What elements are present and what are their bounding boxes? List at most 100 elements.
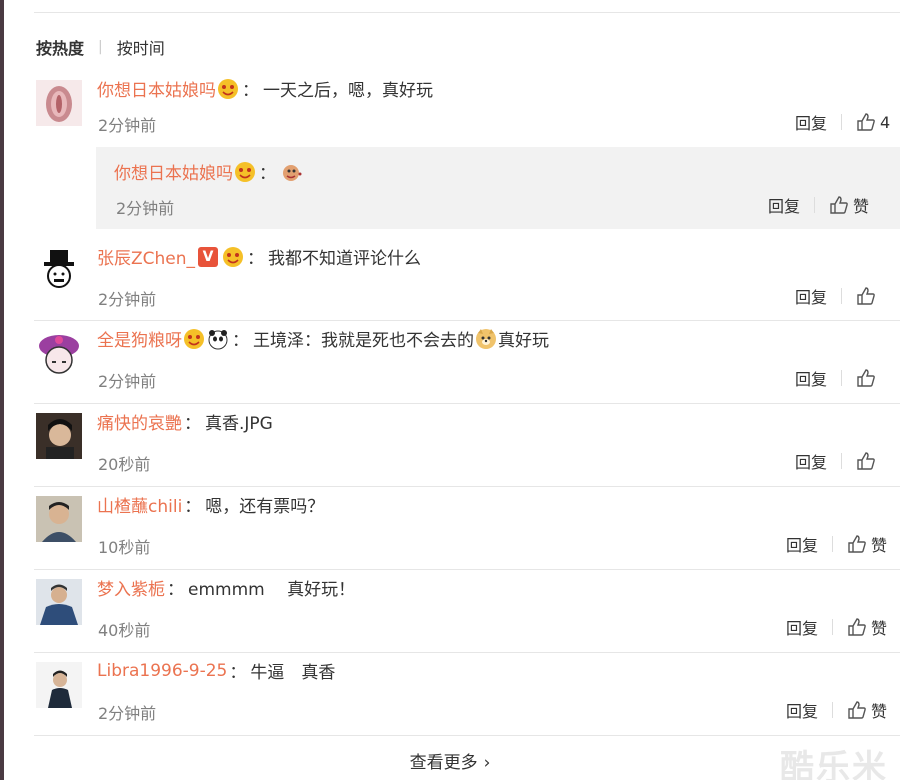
divider xyxy=(841,114,843,130)
verified-v-badge: V xyxy=(198,246,219,267)
colon: ： xyxy=(242,81,259,101)
sort-by-time-tab[interactable]: 按时间 xyxy=(117,35,165,59)
comment-line: 张辰ZChen_ V ： 我都不知道评论什么 xyxy=(97,244,421,269)
divider xyxy=(832,702,834,718)
avatar-image xyxy=(36,662,82,708)
view-more-label: 查看更多 xyxy=(409,753,478,773)
avatar[interactable] xyxy=(36,662,82,708)
comment-actions: 回复 xyxy=(795,366,880,390)
colon: ： xyxy=(184,497,202,517)
divider xyxy=(841,453,843,469)
panda-badge-icon xyxy=(208,329,228,349)
avatar[interactable] xyxy=(36,413,82,459)
like-button[interactable]: 赞 xyxy=(871,698,887,722)
comment-time: 2分钟前 xyxy=(98,372,157,391)
username-link[interactable]: 全是狗粮呀 xyxy=(97,326,182,351)
thumbs-up-icon[interactable] xyxy=(856,451,876,471)
colon: ： xyxy=(184,414,201,434)
thumbs-up-icon[interactable] xyxy=(856,112,876,132)
comment-time: 2分钟前 xyxy=(98,116,157,135)
colon: ： xyxy=(167,580,184,600)
colon: ： xyxy=(229,663,247,683)
comment-text: 真好玩 xyxy=(498,331,549,351)
comment-time: 2分钟前 xyxy=(98,290,157,309)
comment-actions: 回复 赞 xyxy=(786,532,887,556)
comment-text: 一天之后，嗯，真好玩 xyxy=(263,81,433,101)
sort-by-hot-tab[interactable]: 按热度 xyxy=(36,35,84,59)
username-link[interactable]: Libra1996-9-25 xyxy=(97,661,227,681)
thumbs-up-icon[interactable] xyxy=(847,617,867,637)
comment-text: emmmm 真好玩！ xyxy=(188,580,356,600)
comment-item: 张辰ZChen_ V ： 我都不知道评论什么 2分钟前 回复 xyxy=(34,240,900,321)
avatar-image xyxy=(36,413,82,459)
divider xyxy=(814,197,816,213)
fan-badge-icon xyxy=(218,78,238,99)
thumbs-up-icon[interactable] xyxy=(856,286,876,306)
reply-button[interactable]: 回复 xyxy=(795,449,827,473)
colon: ： xyxy=(247,249,265,269)
reply-button[interactable]: 回复 xyxy=(795,284,827,308)
comment-text: 真香.JPG xyxy=(205,414,273,434)
divider xyxy=(841,288,843,304)
divider xyxy=(832,536,834,552)
like-button[interactable]: 赞 xyxy=(871,615,887,639)
comment-item: Libra1996-9-25 ： 牛逼 真香 2分钟前 回复 赞 xyxy=(34,654,900,736)
thumbs-up-icon[interactable] xyxy=(829,195,849,215)
username-link[interactable]: 梦入紫栀 xyxy=(97,575,165,600)
thumbs-up-icon[interactable] xyxy=(847,534,867,554)
username-link[interactable]: 你想日本姑娘吗 xyxy=(97,76,216,101)
comment-line: 你想日本姑娘吗 ： xyxy=(114,159,304,184)
comment-line: Libra1996-9-25 ： 牛逼 真香 xyxy=(97,658,336,684)
comment-text: 嗯，还有票吗？ xyxy=(205,497,325,517)
comment-item: 山楂蘸chili ： 嗯，还有票吗？ 10秒前 回复 赞 xyxy=(34,488,900,570)
avatar-image xyxy=(36,330,82,376)
avatar[interactable] xyxy=(36,80,82,126)
fan-badge-icon xyxy=(184,328,204,349)
avatar[interactable] xyxy=(36,579,82,625)
avatar-image xyxy=(36,248,82,294)
like-button[interactable]: 赞 xyxy=(853,193,869,217)
username-link[interactable]: 山楂蘸chili xyxy=(97,492,182,517)
comment-time: 10秒前 xyxy=(98,538,151,557)
comment-item: 痛快的哀艷 ： 真香.JPG 20秒前 回复 xyxy=(34,405,900,487)
like-count[interactable]: 4 xyxy=(880,113,890,132)
reply-button[interactable]: 回复 xyxy=(786,698,818,722)
divider xyxy=(832,619,834,635)
comment-text: 牛逼 真香 xyxy=(250,663,336,683)
fan-badge-icon xyxy=(223,246,244,267)
avatar[interactable] xyxy=(36,330,82,376)
colon: ： xyxy=(259,164,276,184)
comment-line: 山楂蘸chili ： 嗯，还有票吗？ xyxy=(97,492,324,517)
comment-time: 2分钟前 xyxy=(116,199,175,218)
reply-button[interactable]: 回复 xyxy=(786,615,818,639)
comment-line: 梦入紫栀 ： emmmm 真好玩！ xyxy=(97,575,355,600)
avatar-image xyxy=(36,496,82,542)
like-button[interactable]: 赞 xyxy=(871,532,887,556)
comment-time: 2分钟前 xyxy=(98,704,157,723)
thumbs-up-icon[interactable] xyxy=(856,368,876,388)
watermark: 酷乐米 xyxy=(780,748,888,780)
comment-item: 梦入紫栀 ： emmmm 真好玩！ 40秒前 回复 赞 xyxy=(34,571,900,653)
reply-button[interactable]: 回复 xyxy=(795,366,827,390)
avatar-image xyxy=(36,579,82,625)
comment-time: 40秒前 xyxy=(98,621,151,640)
comment-line: 痛快的哀艷 ： 真香.JPG xyxy=(97,409,273,434)
username-link[interactable]: 痛快的哀艷 xyxy=(97,409,182,434)
username-link[interactable]: 你想日本姑娘吗 xyxy=(114,159,233,184)
avatar[interactable] xyxy=(36,248,82,294)
thumbs-up-icon[interactable] xyxy=(847,700,867,720)
sticker-emoji-icon xyxy=(283,164,302,181)
reply-button[interactable]: 回复 xyxy=(795,110,827,134)
colon: ： xyxy=(232,331,249,351)
fan-badge-icon xyxy=(235,161,255,182)
comment-actions: 回复 赞 xyxy=(786,698,887,722)
reply-button[interactable]: 回复 xyxy=(768,193,800,217)
avatar[interactable] xyxy=(36,496,82,542)
sub-reply: 你想日本姑娘吗 ： 2分钟前 回复 赞 xyxy=(96,147,900,229)
reply-button[interactable]: 回复 xyxy=(786,532,818,556)
view-more-link[interactable]: 查看更多 › xyxy=(0,748,900,773)
comment-line: 你想日本姑娘吗 ： 一天之后，嗯，真好玩 xyxy=(97,76,433,101)
comment-actions: 回复 xyxy=(795,284,880,308)
comment-time: 20秒前 xyxy=(98,455,151,474)
username-link[interactable]: 张辰ZChen_ xyxy=(97,244,195,269)
